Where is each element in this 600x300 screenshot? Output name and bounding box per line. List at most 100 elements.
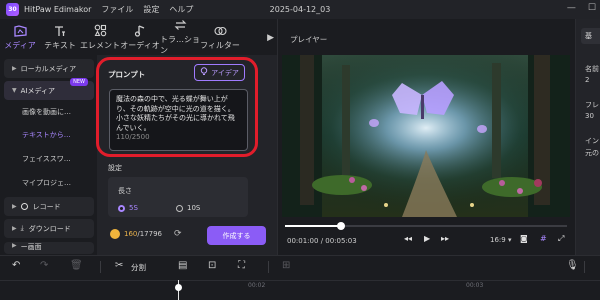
menu-help[interactable]: ヘルプ: [169, 4, 193, 15]
prompt-text: 魔法の森の中で、光る蝶が舞い上がり、その軌跡が空中に光の道を描く。小さな妖精たち…: [116, 95, 235, 132]
toolbar-divider: [268, 261, 269, 273]
timeline-ruler[interactable]: [0, 280, 600, 300]
prompt-textarea[interactable]: 魔法の森の中で、光る蝶が舞い上がり、その軌跡が空中に光の道を描く。小さな妖精たち…: [109, 89, 248, 151]
sidebar-item-record[interactable]: ▶ レコード: [4, 197, 94, 216]
chevron-right-icon[interactable]: ▶: [267, 33, 274, 43]
tab-audio[interactable]: オーディオ: [120, 24, 160, 51]
sidebar-item-download[interactable]: ▶ ⤓ ダウンロード: [4, 219, 94, 238]
sidebar-sub-my-project[interactable]: マイプロジェ…: [22, 178, 71, 188]
tick-label: 00:03: [466, 282, 484, 289]
fullscreen-icon[interactable]: ⤢: [558, 234, 564, 244]
filter-icon: [213, 24, 227, 38]
prop-frame-value: 30: [585, 112, 594, 120]
prop-name-value: 2: [585, 76, 590, 84]
aspect-ratio-select[interactable]: 16:9 ▾: [490, 236, 511, 244]
media-icon: [13, 24, 27, 38]
prop-frame-label: フレ: [585, 101, 599, 109]
sidebar-item-ai-media[interactable]: ▼ AIメディア NEW: [4, 78, 94, 100]
play-icon[interactable]: ▶: [424, 234, 430, 243]
minimize-icon[interactable]: —: [567, 3, 576, 13]
idea-button-label: アイデア: [211, 68, 239, 77]
menu-file[interactable]: ファイル: [101, 4, 133, 15]
time-total: / 00:05:03: [320, 237, 357, 245]
tab-label: トラ…ション: [160, 35, 200, 55]
tab-label: メディア: [4, 40, 36, 50]
idea-button[interactable]: アイデア: [194, 64, 245, 81]
split-label[interactable]: 分割: [131, 262, 146, 273]
chevron-right-icon: ▶: [12, 203, 17, 210]
player-label: プレイヤー: [290, 35, 328, 44]
progress-fill: [285, 225, 342, 227]
grid-icon[interactable]: #: [540, 234, 547, 243]
redo-icon[interactable]: ↷: [40, 260, 48, 271]
chevron-down-icon: ▼: [12, 87, 17, 94]
prompt-label: プロンプト: [108, 70, 146, 79]
tick-label: 00:02: [248, 282, 266, 289]
refresh-icon[interactable]: ⟳: [174, 229, 182, 239]
length-label: 長さ: [118, 187, 132, 195]
radio-10s-label: 10S: [187, 204, 201, 212]
playhead-handle[interactable]: [175, 284, 182, 291]
sidebar-item-label: ローカルメディア: [20, 64, 77, 73]
radio-5s[interactable]: [118, 205, 125, 212]
chevron-down-icon: ▶: [12, 65, 17, 72]
prop-name-label: 名前: [585, 65, 599, 73]
next-frame-icon[interactable]: ▸▸: [441, 234, 449, 243]
add-track-icon[interactable]: ⊞: [282, 260, 290, 271]
snapshot-icon[interactable]: ◙: [520, 234, 528, 243]
text-box-icon[interactable]: ⊡: [208, 260, 216, 271]
credits-display: 160/17796: [110, 229, 162, 239]
tab-media[interactable]: メディア: [0, 24, 40, 51]
tab-label: エレメント: [80, 40, 120, 50]
chevron-right-icon: ▶: [12, 225, 17, 232]
sidebar-item-label: レコード: [32, 202, 61, 211]
transition-icon: [173, 18, 187, 32]
tab-filter[interactable]: フィルター: [200, 24, 240, 51]
tab-text[interactable]: テキスト: [40, 24, 80, 51]
delete-icon[interactable]: 🗑: [70, 260, 83, 271]
video-preview[interactable]: [282, 55, 570, 217]
tab-basic[interactable]: 基: [581, 28, 600, 44]
element-icon: [93, 24, 107, 38]
chevron-right-icon: ▶: [12, 242, 17, 249]
tab-transition[interactable]: トラ…ション: [160, 18, 200, 56]
microphone-icon[interactable]: 🎙: [566, 260, 579, 271]
app-window: 30 HitPaw Edimakor ファイル 設定 ヘルプ 2025-04-1…: [0, 0, 600, 300]
create-button[interactable]: 作成する: [207, 226, 266, 245]
tab-element[interactable]: エレメント: [80, 24, 120, 51]
text-icon: [53, 24, 67, 38]
menu-settings[interactable]: 設定: [143, 4, 159, 15]
toolbar-divider: [100, 261, 101, 273]
coin-icon: [110, 229, 120, 239]
bulb-icon: [200, 67, 208, 78]
settings-label: 設定: [108, 164, 122, 172]
credits-total: /17796: [137, 230, 163, 238]
radio-10s[interactable]: [176, 205, 183, 212]
undo-icon[interactable]: ↶: [12, 260, 20, 271]
sidebar-item-label: AIメディア: [20, 86, 55, 95]
prop-in-label: イン: [585, 137, 599, 145]
download-icon: ⤓: [20, 224, 24, 232]
playback-progress[interactable]: [285, 222, 567, 230]
tab-label: オーディオ: [120, 40, 160, 50]
subtitle-icon[interactable]: ▤: [178, 260, 187, 271]
prop-original-label: 元の: [585, 149, 599, 157]
credits-current: 160: [124, 230, 138, 238]
app-logo-icon: 30: [6, 3, 19, 16]
title-bar: 30 HitPaw Edimakor ファイル 設定 ヘルプ: [0, 0, 600, 19]
split-icon[interactable]: ✂: [115, 260, 123, 271]
sidebar-sub-image-to-video[interactable]: 画像を動画に…: [22, 107, 71, 117]
prompt-char-count: 110/2500: [116, 133, 150, 141]
sidebar-item-local-media[interactable]: ▶ ローカルメディア: [4, 59, 94, 78]
sidebar-item-label: ダウンロード: [28, 224, 71, 233]
sidebar-sub-text-to-video[interactable]: テキストから…: [22, 130, 71, 140]
maximize-icon[interactable]: ☐: [588, 3, 596, 13]
sidebar-item-screen[interactable]: ▶ ー画面: [4, 242, 94, 254]
aspect-ratio-value: 16:9: [490, 236, 506, 244]
sidebar-sub-face-swap[interactable]: フェイススワ…: [22, 154, 71, 164]
prev-frame-icon[interactable]: ◂◂: [404, 234, 412, 243]
crop-icon[interactable]: ⛶: [238, 260, 245, 271]
radio-5s-label: 5S: [129, 204, 138, 212]
tool-tabs: メディア テキスト エレメント オーディオ トラ…ション フィルター ▶: [0, 19, 277, 55]
tab-label: テキスト: [44, 40, 76, 50]
